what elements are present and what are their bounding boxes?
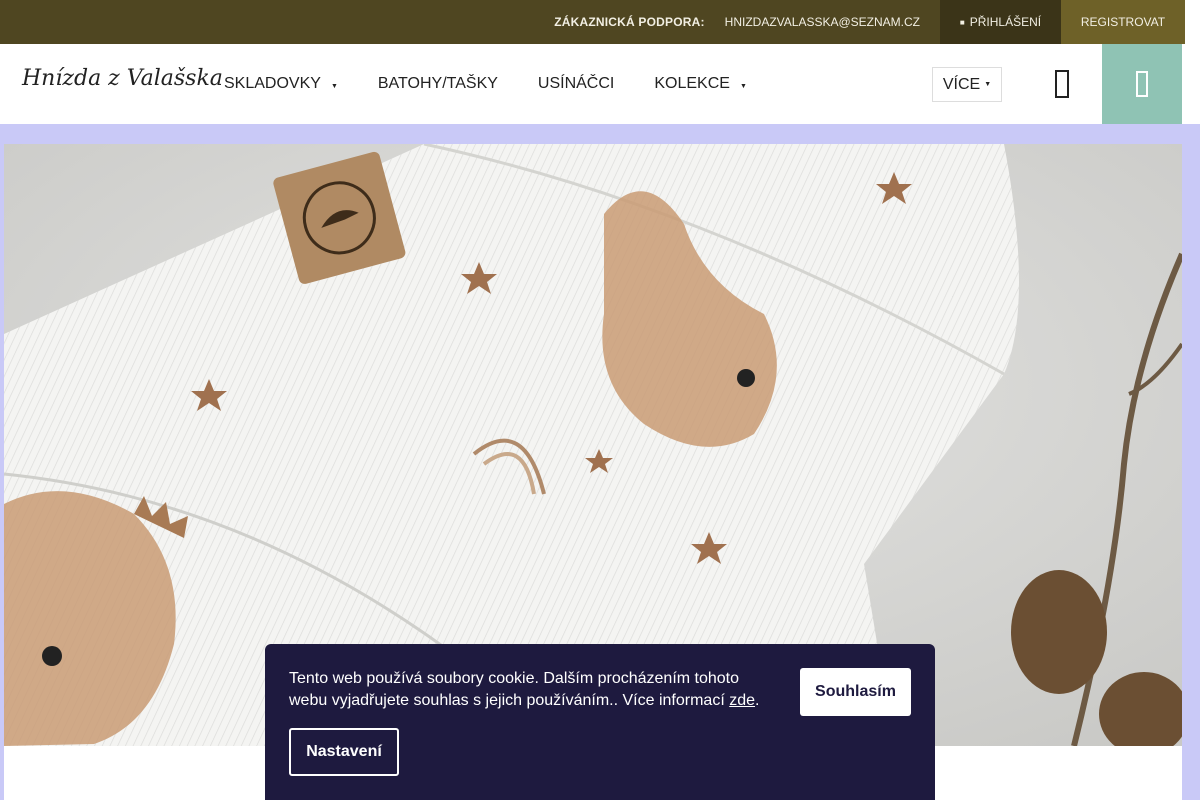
nav-item-label: USÍNÁČCI bbox=[537, 75, 615, 92]
cookie-message: Tento web používá soubory cookie. Dalším… bbox=[289, 670, 740, 709]
nav-item-label: KOLEKCE bbox=[654, 75, 730, 92]
support-label: ZÁKAZNICKÁ PODPORA: bbox=[554, 15, 705, 29]
cookie-consent-bar: Tento web používá soubory cookie. Dalším… bbox=[265, 644, 935, 800]
chevron-down-icon: ▼ bbox=[739, 82, 747, 90]
nav-item-batohy[interactable]: BATOHY/TAŠKY bbox=[378, 75, 498, 93]
nav-item-kolekce[interactable]: KOLEKCE ▼ bbox=[654, 75, 747, 93]
lock-icon: ■ bbox=[959, 17, 965, 27]
logo-text: Hnízda z Valašska bbox=[22, 66, 223, 91]
more-label: VÍCE bbox=[942, 75, 981, 93]
chevron-down-icon: ▼ bbox=[330, 82, 338, 90]
more-menu-button[interactable]: VÍCE ▼ bbox=[932, 67, 1002, 102]
header-edge bbox=[1185, 44, 1200, 124]
nav-item-skladovky[interactable]: SKLADOVKY ▼ bbox=[224, 75, 338, 93]
top-bar: ZÁKAZNICKÁ PODPORA: HNIZDAZVALASSKA@SEZN… bbox=[0, 0, 1185, 44]
search-icon bbox=[1055, 70, 1069, 98]
login-button[interactable]: ■ PŘIHLÁŠENÍ bbox=[940, 0, 1061, 44]
chevron-down-icon: ▼ bbox=[984, 81, 992, 88]
cookie-text: Tento web používá soubory cookie. Dalším… bbox=[289, 668, 769, 712]
cookie-settings-button[interactable]: Nastavení bbox=[289, 728, 399, 776]
nav-item-label: SKLADOVKY bbox=[224, 75, 321, 92]
main-nav: SKLADOVKY ▼ BATOHY/TAŠKY USÍNÁČCI KOLEKC… bbox=[224, 44, 787, 124]
register-button[interactable]: REGISTROVAT bbox=[1061, 0, 1185, 44]
cookie-text-end: . bbox=[755, 692, 760, 709]
topbar-edge bbox=[1185, 0, 1200, 44]
cart-icon bbox=[1136, 71, 1148, 97]
cookie-more-info-link[interactable]: zde bbox=[729, 692, 755, 709]
main-header: Hnízda z Valašska SKLADOVKY ▼ BATOHY/TAŠ… bbox=[0, 44, 1185, 124]
support-email-link[interactable]: HNIZDAZVALASSKA@SEZNAM.CZ bbox=[725, 15, 920, 29]
search-button[interactable] bbox=[1042, 64, 1082, 104]
nav-item-label: BATOHY/TAŠKY bbox=[377, 75, 498, 92]
cart-button[interactable] bbox=[1102, 44, 1182, 124]
nav-item-usinacci[interactable]: USÍNÁČCI bbox=[538, 75, 614, 93]
site-logo[interactable]: Hnízda z Valašska bbox=[22, 66, 223, 104]
cookie-accept-button[interactable]: Souhlasím bbox=[800, 668, 911, 716]
login-label: PŘIHLÁŠENÍ bbox=[969, 15, 1042, 29]
